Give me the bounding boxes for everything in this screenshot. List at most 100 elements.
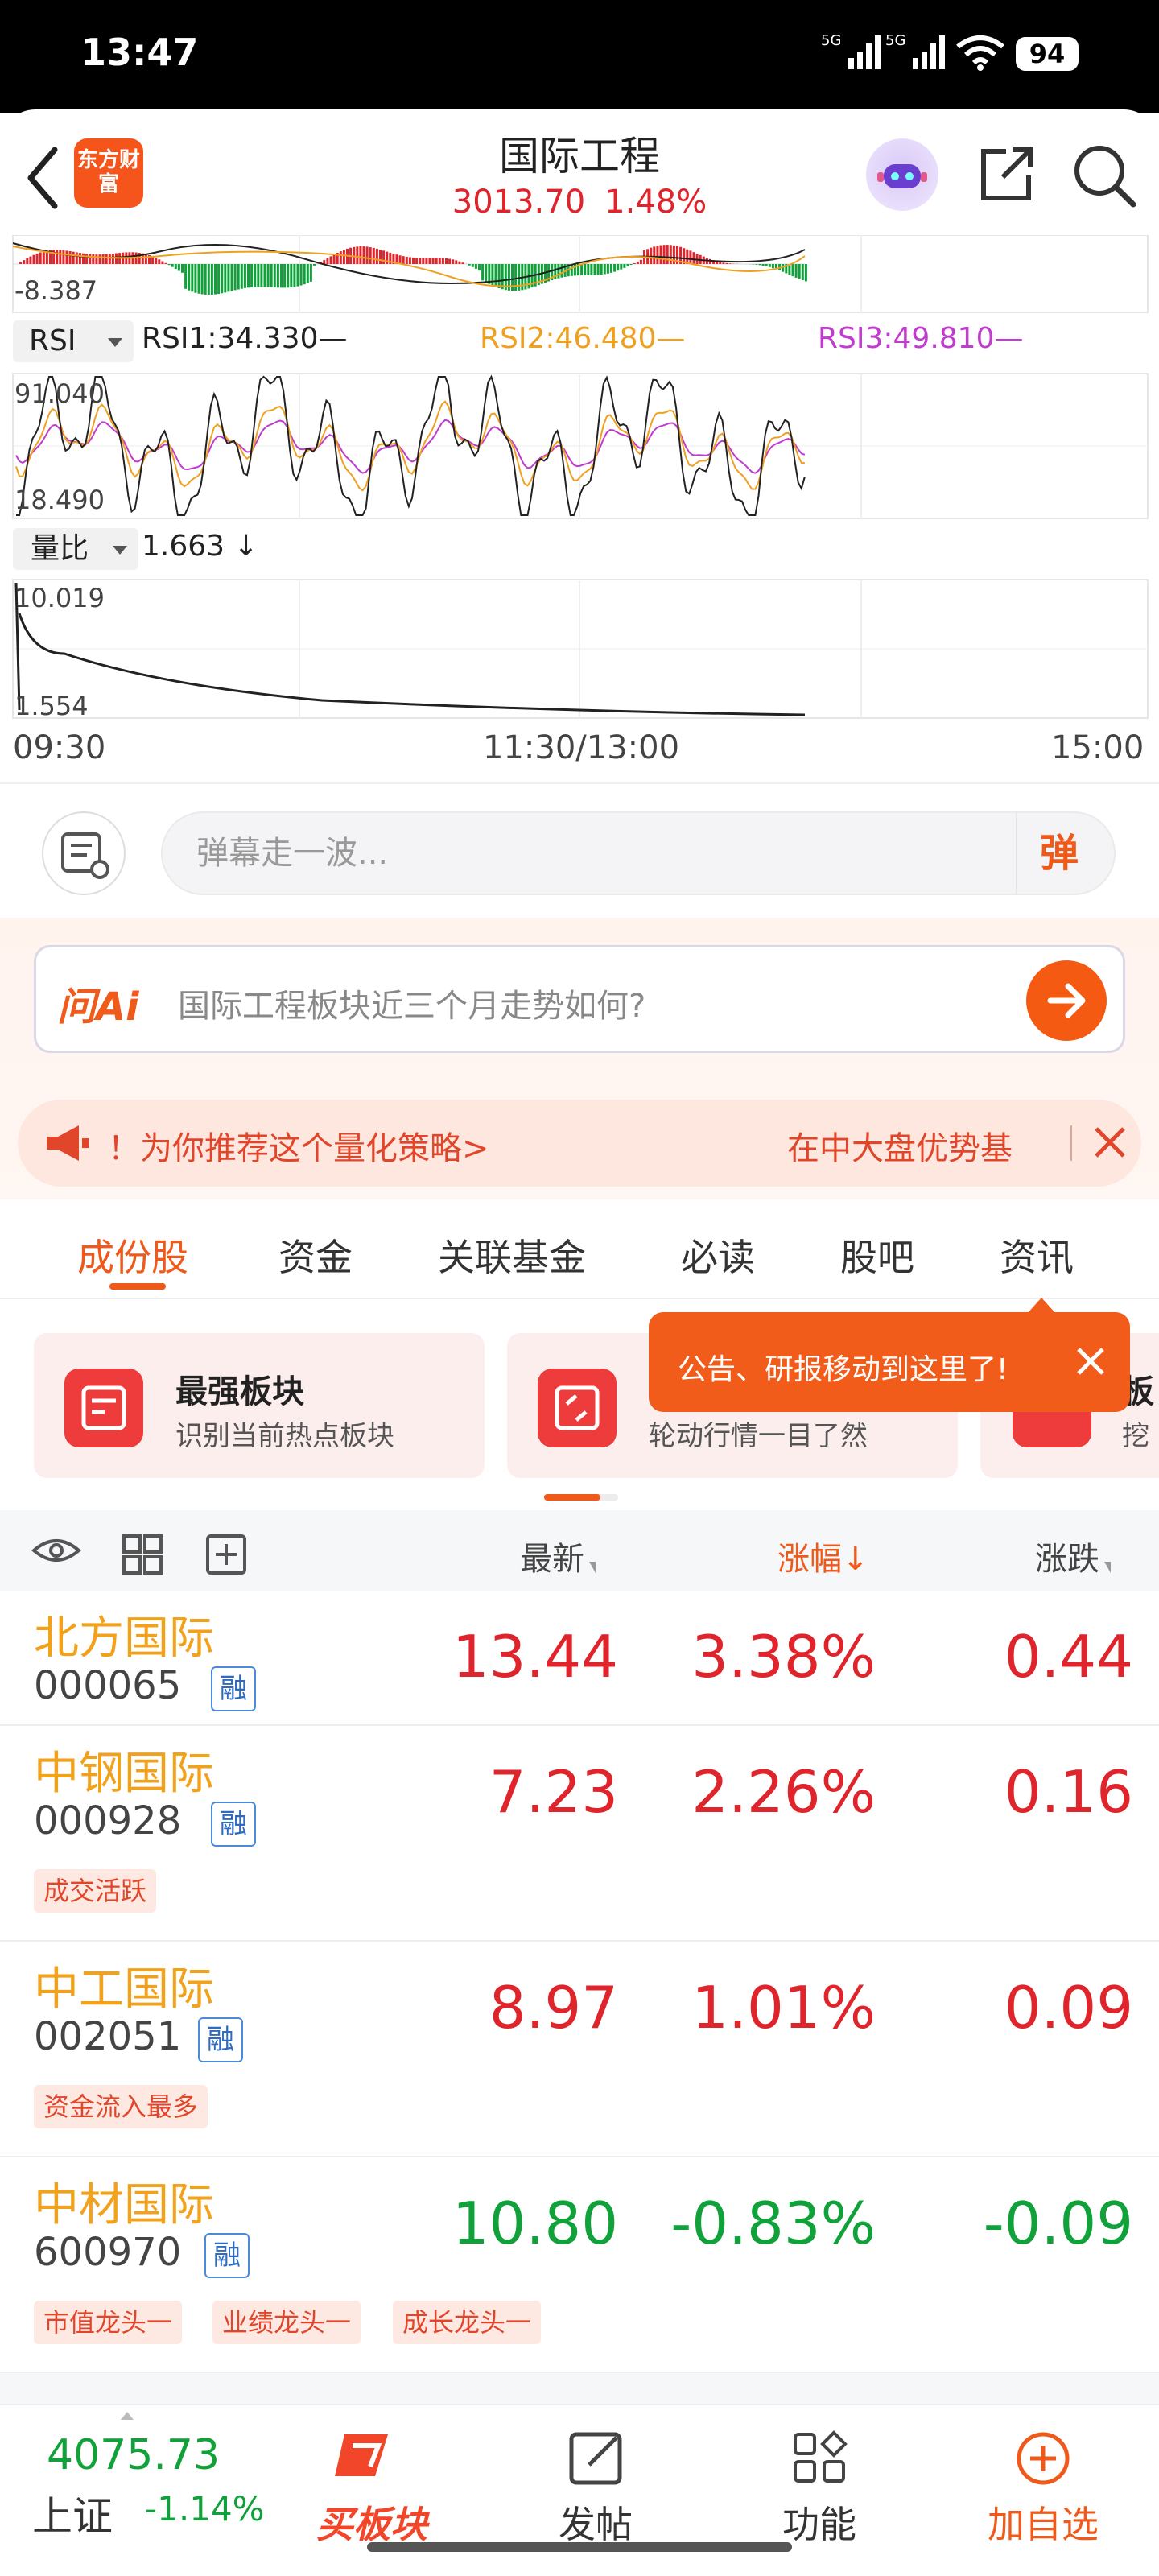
stock-tag: 成交活跃 <box>34 1869 157 1913</box>
tab-related-funds[interactable]: 关联基金 <box>438 1228 586 1282</box>
index-value: 4075.73 <box>47 2431 221 2479</box>
macd-bar <box>445 258 448 264</box>
ai-section: 问Ai 国际工程板块近三个月走势如何? ！为你推荐这个量化策略> 在中大盘优势基 <box>0 918 1159 1199</box>
danmu-send-button[interactable]: 弹 <box>1016 811 1116 895</box>
macd-bar <box>23 260 26 264</box>
share-icon[interactable] <box>974 142 1038 206</box>
macd-bar <box>408 257 411 264</box>
macd-bar <box>200 264 204 295</box>
promo-banner[interactable]: ！为你推荐这个量化策略> 在中大盘优势基 <box>18 1100 1141 1187</box>
status-time: 13:47 <box>80 31 199 74</box>
app-logo: 东方财富 <box>74 138 143 208</box>
danmu-settings-button[interactable] <box>42 811 126 895</box>
macd-bar <box>108 254 111 264</box>
stock-change-pct: 3.38% <box>691 1623 876 1690</box>
intraday-indicator-chart[interactable]: -8.387 RSI RSI1:34.330— RSI2:46.480— RSI… <box>0 235 1159 782</box>
close-icon[interactable] <box>1070 1341 1111 1381</box>
macd-bar <box>221 264 224 294</box>
macd-bar <box>382 250 386 264</box>
rsi-indicator-select[interactable]: RSI <box>13 320 134 362</box>
ask-ai-go-button[interactable] <box>1026 960 1107 1041</box>
nav-buy-sector[interactable]: 买板块 <box>291 2426 452 2546</box>
macd-bar <box>296 264 299 287</box>
macd-bar <box>719 262 722 264</box>
table-row[interactable]: 北方国际 000065 融 13.44 3.38% 0.44 <box>0 1591 1159 1726</box>
promo-text-secondary[interactable]: 在中大盘优势基 <box>787 1122 1061 1169</box>
stock-change-pct: 1.01% <box>691 1974 876 2041</box>
macd-bar <box>293 264 296 287</box>
macd-min-label: -8.387 <box>14 275 98 306</box>
macd-bar <box>593 264 596 275</box>
tooltip-arrow <box>1027 1298 1056 1314</box>
danmu-input[interactable]: 弹幕走一波... <box>161 811 1116 895</box>
column-change-pct[interactable]: 涨幅↓ <box>777 1533 869 1579</box>
danmu-bar: 弹幕走一波... 弹 <box>0 782 1159 918</box>
stock-name: 中材国际 <box>34 2179 214 2231</box>
search-icon[interactable] <box>1070 142 1138 209</box>
macd-bar <box>270 264 273 287</box>
macd-bar <box>59 250 62 264</box>
macd-bar <box>587 264 590 275</box>
column-change[interactable]: 涨跌 <box>1035 1533 1111 1579</box>
tab-components[interactable]: 成份股 <box>77 1228 188 1282</box>
nav-post[interactable]: 发帖 <box>515 2426 676 2546</box>
macd-bar <box>659 245 662 264</box>
macd-bar <box>29 256 32 264</box>
macd-bar <box>260 264 263 287</box>
macd-bar <box>227 264 230 292</box>
macd-bar <box>557 264 560 279</box>
table-row[interactable]: 中工国际 002051 融 8.97 1.01% 0.09 资金流入最多 <box>0 1942 1159 2157</box>
rsi1-value: RSI1:34.330— <box>142 322 348 355</box>
table-row[interactable]: 中材国际 600970 融 10.80 -0.83% -0.09 市值龙头一 业… <box>0 2157 1159 2373</box>
nav-functions[interactable]: 功能 <box>739 2426 900 2546</box>
stock-code: 000065 <box>34 1663 182 1708</box>
macd-bar <box>722 262 725 264</box>
grid-view-icon[interactable] <box>121 1533 164 1576</box>
ai-assistant-avatar[interactable] <box>866 138 938 211</box>
macd-bar <box>19 262 23 264</box>
macd-bar <box>386 251 389 264</box>
macd-bar <box>332 254 336 264</box>
rsi2-value: RSI2:46.480— <box>480 322 686 355</box>
stock-tag: 市值龙头一 <box>34 2301 183 2344</box>
column-latest[interactable]: 最新 <box>520 1533 596 1579</box>
macd-bar <box>666 245 669 264</box>
table-row[interactable]: 中钢国际 000928 融 7.23 2.26% 0.16 成交活跃 <box>0 1726 1159 1942</box>
stock-change: 0.16 <box>1004 1758 1133 1826</box>
back-arrow-icon[interactable] <box>23 142 63 214</box>
tab-must-read[interactable]: 必读 <box>681 1228 755 1282</box>
macd-bar <box>497 264 501 288</box>
close-icon[interactable] <box>1090 1122 1130 1162</box>
home-indicator[interactable] <box>367 2542 792 2552</box>
nav-add-watchlist[interactable]: 加自选 <box>963 2426 1124 2546</box>
stock-change-pct: -0.83% <box>670 2190 876 2257</box>
eye-icon[interactable] <box>31 1534 82 1567</box>
time-label-midday: 11:30/13:00 <box>483 729 680 766</box>
macd-bar <box>362 246 365 264</box>
edit-post-icon <box>569 2432 622 2485</box>
nav-label: 买板块 <box>316 2503 427 2546</box>
tab-forum[interactable]: 股吧 <box>840 1228 914 1282</box>
macd-bar <box>474 264 477 269</box>
megaphone-icon <box>47 1125 89 1161</box>
chevron-down-icon <box>113 546 127 555</box>
volume-ratio-select[interactable]: 量比 <box>13 528 138 570</box>
card-strongest-sector[interactable]: 最强板块 识别当前热点板块 <box>34 1333 485 1478</box>
volume-ratio-value: 1.663 ↓ <box>142 530 258 563</box>
macd-bar <box>191 264 194 292</box>
macd-bar <box>623 264 626 268</box>
promo-text[interactable]: ！为你推荐这个量化策略> <box>108 1122 489 1169</box>
tab-funds-flow[interactable]: 资金 <box>278 1228 353 1282</box>
macd-bar <box>771 264 774 269</box>
macd-bar <box>425 258 428 264</box>
add-column-icon[interactable] <box>204 1533 248 1576</box>
macd-bar <box>250 264 254 287</box>
tab-news[interactable]: 资讯 <box>1000 1228 1074 1282</box>
macd-bar <box>798 264 801 279</box>
macd-bar <box>39 252 42 264</box>
macd-bar <box>455 260 458 264</box>
macd-bar <box>603 264 606 275</box>
macd-bar <box>471 264 474 267</box>
ask-ai-box[interactable]: 问Ai 国际工程板块近三个月走势如何? <box>34 945 1125 1053</box>
macd-bar <box>596 264 600 275</box>
